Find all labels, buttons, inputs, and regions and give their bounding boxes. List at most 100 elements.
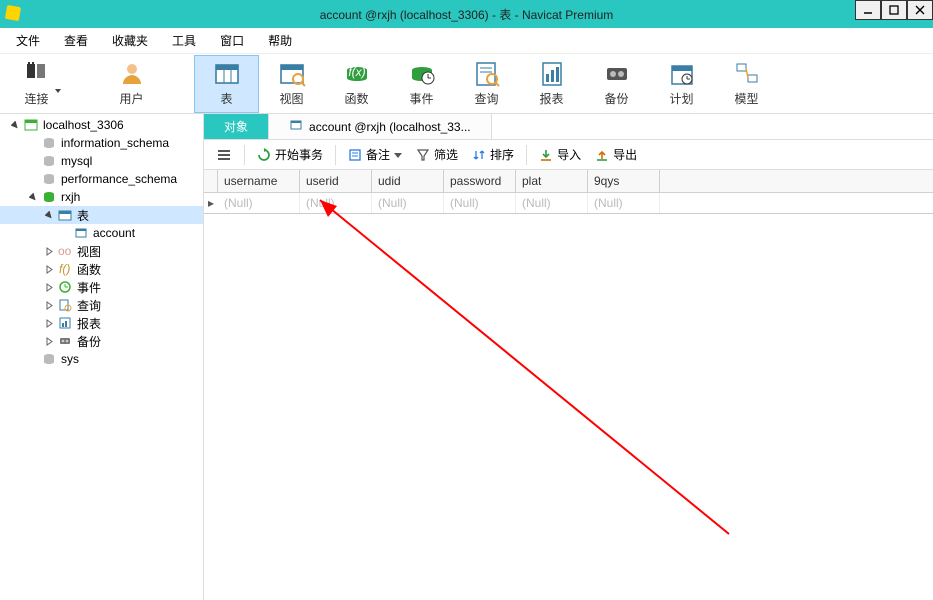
grid-cell[interactable]: (Null) [300,193,372,213]
tab-objects[interactable]: 对象 [204,114,269,139]
col-header[interactable]: username [218,170,300,192]
tree-label: account [93,226,135,240]
memo-label: 备注 [366,146,390,163]
col-header[interactable]: 9qys [588,170,660,192]
toolbar-label: 报表 [539,90,563,107]
tree-item-备份[interactable]: 备份 [0,332,203,350]
separator [335,145,336,165]
expander-placeholder [60,228,71,239]
toolbar-user-button[interactable]: 用户 [99,55,164,113]
toolbar-query-button[interactable]: 查询 [454,55,519,113]
expand-icon[interactable] [44,318,55,329]
grid-cell[interactable]: (Null) [588,193,660,213]
sort-button[interactable]: 排序 [466,144,520,165]
tree-label: performance_schema [61,172,177,186]
db-off-icon [41,154,57,168]
tree-item-报表[interactable]: 报表 [0,314,203,332]
grid-cell[interactable]: (Null) [444,193,516,213]
col-header[interactable]: plat [516,170,588,192]
tree-label: 备份 [77,333,101,350]
tree-label: 报表 [77,315,101,332]
tree-item-sys[interactable]: sys [0,350,203,368]
collapse-icon[interactable] [44,210,55,221]
col-header[interactable]: udid [372,170,444,192]
toolbar-fx-button[interactable]: f(x)函数 [324,55,389,113]
col-header[interactable]: userid [300,170,372,192]
expand-icon[interactable] [44,300,55,311]
tree-label: 查询 [77,297,101,314]
memo-button[interactable]: 备注 [342,144,408,165]
tree-item-localhost_3306[interactable]: localhost_3306 [0,116,203,134]
table-icon [213,60,241,88]
grid-cell[interactable]: (Null) [372,193,444,213]
svg-text:oo: oo [58,244,72,258]
col-header[interactable]: password [444,170,516,192]
tree-item-information_schema[interactable]: information_schema [0,134,203,152]
grid-row[interactable]: ▸ (Null) (Null) (Null) (Null) (Null) (Nu… [204,193,933,213]
expander-placeholder [28,156,39,167]
db-on-icon [41,190,57,204]
collapse-icon[interactable] [10,120,21,131]
menu-tools[interactable]: 工具 [160,28,208,53]
user-icon [118,60,146,88]
tree-item-mysql[interactable]: mysql [0,152,203,170]
menu-help[interactable]: 帮助 [256,28,304,53]
tree-label: 表 [77,207,89,224]
backup-icon [603,60,631,88]
app-icon [5,5,21,21]
minimize-button[interactable] [855,0,881,20]
close-button[interactable] [907,0,933,20]
menu-window[interactable]: 窗口 [208,28,256,53]
tree-item-查询[interactable]: 查询 [0,296,203,314]
tree-item-rxjh[interactable]: rxjh [0,188,203,206]
export-icon [595,148,609,162]
caret-down-icon [394,151,402,159]
export-button[interactable]: 导出 [589,144,643,165]
mini-fx-icon: f() [57,262,73,276]
begin-transaction-button[interactable]: 开始事务 [251,144,329,165]
expander-placeholder [28,174,39,185]
filter-button[interactable]: 筛选 [410,144,464,165]
maximize-button[interactable] [881,0,907,20]
tree-item-表[interactable]: 表 [0,206,203,224]
collapse-icon[interactable] [28,192,39,203]
tree-label: rxjh [61,190,80,204]
grid-cell[interactable]: (Null) [218,193,300,213]
expander-placeholder [28,354,39,365]
import-label: 导入 [557,146,581,163]
db-off-icon [41,136,57,150]
tree-item-account[interactable]: account [0,224,203,242]
data-grid[interactable]: username userid udid password plat 9qys … [204,170,933,214]
export-label: 导出 [613,146,637,163]
import-button[interactable]: 导入 [533,144,587,165]
expand-icon[interactable] [44,336,55,347]
toolbar-table-button[interactable]: 表 [194,55,259,113]
menu-file[interactable]: 文件 [4,28,52,53]
menu-favorites[interactable]: 收藏夹 [100,28,160,53]
toolbar-view-button[interactable]: 视图 [259,55,324,113]
toolbar-event-button[interactable]: 事件 [389,55,454,113]
tree-item-视图[interactable]: oo视图 [0,242,203,260]
folder-table-icon [57,208,73,222]
expand-icon[interactable] [44,282,55,293]
toolbar-model-button[interactable]: 模型 [714,55,779,113]
tree-item-事件[interactable]: 事件 [0,278,203,296]
toolbar-schedule-button[interactable]: 计划 [649,55,714,113]
expand-icon[interactable] [44,246,55,257]
object-tree[interactable]: localhost_3306information_schemamysql per… [0,114,204,600]
tree-item-performance_schema[interactable]: performance_schema [0,170,203,188]
expand-icon[interactable] [44,264,55,275]
toolbar-label: 事件 [409,90,433,107]
refresh-icon [257,148,271,162]
menu-view[interactable]: 查看 [52,28,100,53]
separator [244,145,245,165]
grid-cell[interactable]: (Null) [516,193,588,213]
mini-query-icon [57,298,73,312]
toolbar-backup-button[interactable]: 备份 [584,55,649,113]
toolbar-report-button[interactable]: 报表 [519,55,584,113]
toolbar-plug-button[interactable]: 连接 [4,55,69,113]
tab-table[interactable]: account @rxjh (localhost_33... [269,114,492,139]
tree-item-函数[interactable]: f()函数 [0,260,203,278]
grid-mode-button[interactable] [210,146,238,164]
server-icon [23,118,39,132]
